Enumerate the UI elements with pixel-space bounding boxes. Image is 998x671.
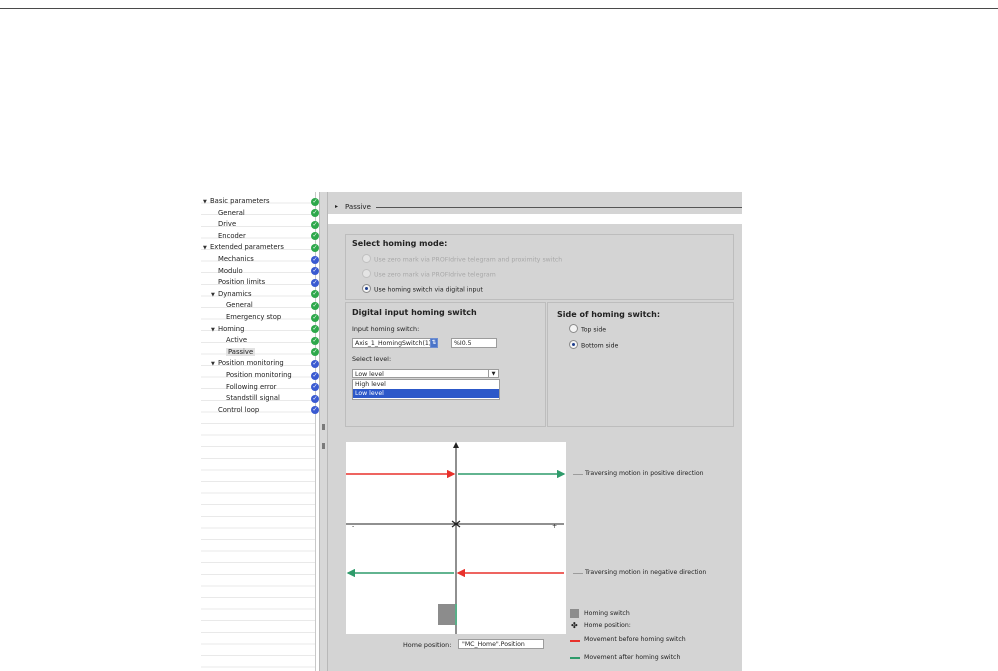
tree-item-label: Homing (218, 324, 245, 333)
homing-switch-swatch (570, 609, 579, 618)
tree-item-label: Position monitoring (218, 359, 284, 368)
radio-label: Use zero mark via PROFIdrive telegram (374, 271, 496, 279)
digital-input-title: Digital input homing switch (352, 308, 477, 317)
after-swatch (570, 657, 580, 659)
home-position-label: Home position: (403, 641, 452, 649)
status-check-icon: ✓ (311, 220, 319, 229)
radio-label: Bottom side (581, 342, 619, 350)
status-check-icon: ✓ (311, 278, 319, 287)
radio-button-icon[interactable] (362, 254, 371, 263)
radio-button-icon[interactable] (569, 324, 578, 333)
annotation-leader (573, 474, 583, 475)
annotation-negative: Traversing motion in negative direction (585, 569, 707, 576)
tree-item-label: Modulo (218, 266, 243, 275)
radio-button-icon[interactable] (569, 340, 578, 349)
tree-item-label: Standstill signal (226, 394, 280, 403)
splitter-grip-icon[interactable] (322, 424, 325, 430)
tree-item-homing[interactable]: ▼ Homing (203, 324, 325, 336)
status-check-icon: ✓ (311, 394, 319, 403)
home-position-icon: ✤ (571, 621, 578, 630)
axis-minus-label: - (352, 523, 355, 530)
homing-mode-panel: Select homing mode: Use zero mark via PR… (345, 234, 734, 300)
tree-item-basic-parameters[interactable]: ▼ Basic parameters (203, 196, 317, 208)
radio-zero-mark-proximity[interactable]: Use zero mark via PROFIdrive telegram an… (362, 254, 563, 264)
status-check-icon: ✓ (311, 336, 319, 345)
tree-item-label: Passive (226, 347, 256, 356)
side-title: Side of homing switch: (557, 310, 661, 319)
level-dropdown[interactable]: Low level ▼ (352, 369, 499, 378)
radio-bottom-side[interactable]: Bottom side (569, 340, 619, 350)
radio-label: Top side (581, 326, 607, 334)
status-check-icon: ✓ (311, 313, 319, 322)
radio-top-side[interactable]: Top side (569, 324, 607, 334)
tree-item-dynamics[interactable]: ▼ Dynamics (203, 289, 325, 301)
input-homing-switch-field[interactable]: Axis_1_HomingSwitch(1) (352, 338, 438, 348)
radio-button-icon[interactable] (362, 269, 371, 278)
address-field[interactable]: %I0.5 (451, 338, 497, 348)
radio-label: Use homing switch via digital input (374, 286, 483, 294)
tree-item-label: Extended parameters (210, 243, 284, 252)
digital-input-panel: Digital input homing switch Input homing… (345, 302, 546, 427)
tree-item-label: Emergency stop (226, 313, 282, 321)
tree-item-label: Position monitoring (226, 371, 292, 379)
status-check-icon: ✓ (311, 255, 319, 264)
option-low-level[interactable]: Low level (353, 389, 499, 398)
page-top-rule (0, 8, 998, 9)
home-position-field[interactable]: "MC_Home".Position (458, 639, 544, 649)
status-check-icon: ✓ (311, 301, 319, 310)
annotation-leader (573, 573, 583, 574)
tree-item-label: Basic parameters (210, 197, 270, 205)
tree-item-label: General (218, 208, 245, 217)
axis-plus-label: + (552, 523, 558, 530)
select-level-label: Select level: (352, 355, 392, 363)
splitter-bar[interactable] (319, 192, 328, 671)
input-homing-switch-label: Input homing switch: (352, 325, 420, 333)
header-band (328, 214, 742, 224)
tree-item-extended-parameters[interactable]: ▼ Extended parameters (203, 242, 317, 254)
tree-item-label: General (226, 301, 253, 310)
tree-item-label: Position limits (218, 278, 266, 287)
legend-home-position: Home position: (584, 622, 631, 629)
tree-item-position-monitoring-group[interactable]: ▼ Position monitoring (203, 358, 325, 370)
tree-item-label: Active (226, 336, 248, 345)
annotation-positive: Traversing motion in positive direction (585, 470, 704, 477)
radio-label: Use zero mark via PROFIdrive telegram an… (374, 256, 563, 264)
radio-button-icon[interactable] (362, 284, 371, 293)
diagram-canvas (346, 442, 566, 634)
radio-zero-mark[interactable]: Use zero mark via PROFIdrive telegram (362, 269, 496, 279)
tree-item-label: Encoder (218, 231, 246, 240)
side-panel: Side of homing switch: Top side Bottom s… (547, 302, 734, 427)
chevron-down-icon[interactable]: ▼ (488, 370, 498, 377)
status-check-icon: ✓ (311, 359, 319, 368)
tree-item-label: Control loop (218, 405, 260, 414)
tree-item-label: Dynamics (218, 289, 252, 298)
homing-switch-block (438, 604, 455, 625)
option-high-level[interactable]: High level (353, 380, 499, 389)
legend-before: Movement before homing switch (584, 636, 686, 643)
legend-homing-switch: Homing switch (584, 610, 630, 617)
tree-item-label: Following error (226, 382, 277, 391)
status-check-icon: ✓ (311, 197, 319, 206)
status-check-icon: ✓ (311, 371, 319, 380)
tree-item-label: Mechanics (218, 255, 254, 263)
homing-mode-title: Select homing mode: (352, 239, 448, 248)
level-option-list: High level Low level (352, 379, 500, 400)
section-title: Passive (345, 203, 371, 211)
tag-picker-button[interactable]: ⇅ (430, 338, 438, 348)
section-rule (376, 207, 742, 208)
splitter-grip-icon[interactable] (322, 443, 325, 449)
section-header[interactable]: ▸ Passive (328, 200, 742, 214)
before-swatch (570, 640, 580, 642)
tree-item-label: Drive (218, 220, 237, 229)
chevron-right-icon[interactable]: ▸ (335, 200, 338, 214)
radio-homing-switch[interactable]: Use homing switch via digital input (362, 284, 483, 294)
status-check-icon: ✓ (311, 243, 319, 252)
level-dropdown-value: Low level (355, 371, 384, 378)
legend-after: Movement after homing switch (584, 654, 681, 661)
homing-diagram: - + (346, 442, 566, 634)
